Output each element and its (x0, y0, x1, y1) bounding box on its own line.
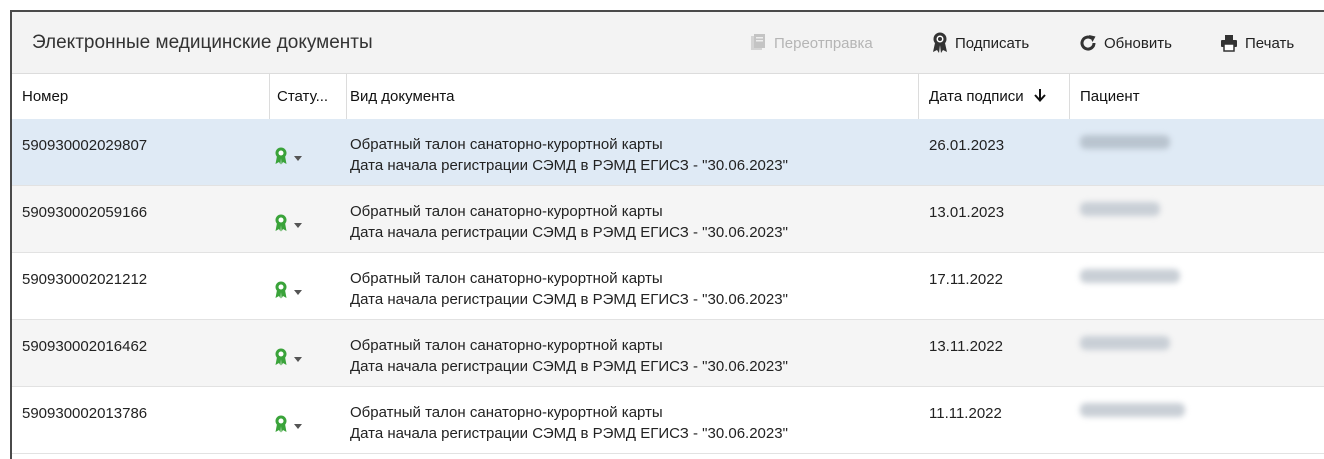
doc-type-title: Обратный талон санаторно-курортной карты (350, 270, 663, 287)
patient-name-redacted (1080, 336, 1170, 350)
column-header-sign-date[interactable]: Дата подписи (929, 74, 1046, 119)
table-row[interactable]: 590930002016462 Обратный талон санаторно-… (12, 320, 1324, 387)
patient-name-redacted (1080, 269, 1180, 283)
table-row[interactable]: 590930002059166 Обратный талон санаторно-… (12, 186, 1324, 253)
printer-icon (1220, 34, 1238, 52)
chevron-down-icon (294, 155, 302, 161)
sign-date: 13.01.2023 (929, 204, 1005, 221)
signed-badge-icon (274, 214, 288, 236)
sign-date: 17.11.2022 (929, 271, 1003, 288)
sign-date: 26.01.2023 (929, 137, 1005, 154)
sign-date: 13.11.2022 (929, 338, 1003, 355)
refresh-icon (1079, 34, 1097, 52)
toolbar: Электронные медицинские документы Переот… (12, 12, 1324, 74)
signed-badge-icon (274, 281, 288, 303)
patient-name-redacted (1080, 135, 1170, 149)
resend-button[interactable]: Переотправка (749, 31, 873, 55)
sign-label: Подписать (955, 34, 1030, 52)
doc-type-subtitle: Дата начала регистрации СЭМД в РЭМД ЕГИС… (350, 291, 788, 308)
column-header-number[interactable]: Номер (22, 74, 68, 119)
chevron-down-icon (294, 222, 302, 228)
document-number: 590930002016462 (22, 338, 148, 355)
chevron-down-icon (294, 356, 302, 362)
doc-type-subtitle: Дата начала регистрации СЭМД в РЭМД ЕГИС… (350, 157, 788, 174)
column-header-status[interactable]: Стату... (277, 74, 328, 119)
column-header-doc-type[interactable]: Вид документа (350, 74, 454, 119)
refresh-label: Обновить (1104, 34, 1172, 52)
document-number: 590930002013786 (22, 405, 148, 422)
signature-ribbon-icon (932, 32, 948, 54)
document-number: 590930002021212 (22, 271, 148, 288)
doc-type-title: Обратный талон санаторно-курортной карты (350, 203, 663, 220)
sort-descending-icon (1034, 75, 1046, 120)
doc-type-subtitle: Дата начала регистрации СЭМД в РЭМД ЕГИС… (350, 224, 788, 241)
resend-label: Переотправка (774, 34, 873, 52)
signed-badge-icon (274, 348, 288, 370)
resend-icon (749, 33, 767, 53)
table-row[interactable]: 590930002029807 Обратный талон санаторно-… (12, 119, 1324, 186)
table-row[interactable]: 590930002013786 Обратный талон санаторно-… (12, 387, 1324, 454)
sign-button[interactable]: Подписать (932, 31, 1029, 55)
status-dropdown[interactable] (274, 281, 302, 303)
print-button[interactable]: Печать (1220, 31, 1294, 55)
sign-date-label: Дата подписи (929, 88, 1024, 105)
table-row[interactable]: 590930002021212 Обратный талон санаторно-… (12, 253, 1324, 320)
status-dropdown[interactable] (274, 415, 302, 437)
status-dropdown[interactable] (274, 348, 302, 370)
signed-badge-icon (274, 415, 288, 437)
signed-badge-icon (274, 147, 288, 169)
doc-type-title: Обратный талон санаторно-курортной карты (350, 136, 663, 153)
refresh-button[interactable]: Обновить (1079, 31, 1172, 55)
patient-name-redacted (1080, 202, 1160, 216)
sign-date: 11.11.2022 (929, 405, 1002, 422)
doc-type-subtitle: Дата начала регистрации СЭМД в РЭМД ЕГИС… (350, 358, 788, 375)
doc-type-title: Обратный талон санаторно-курортной карты (350, 337, 663, 354)
panel-title: Электронные медицинские документы (32, 32, 373, 53)
emd-panel: Электронные медицинские документы Переот… (12, 12, 1324, 459)
patient-name-redacted (1080, 403, 1185, 417)
chevron-down-icon (294, 423, 302, 429)
column-header-patient[interactable]: Пациент (1080, 74, 1140, 119)
status-dropdown[interactable] (274, 147, 302, 169)
print-label: Печать (1245, 34, 1295, 52)
doc-type-subtitle: Дата начала регистрации СЭМД в РЭМД ЕГИС… (350, 425, 788, 442)
document-number: 590930002059166 (22, 204, 148, 221)
chevron-down-icon (294, 289, 302, 295)
document-number: 590930002029807 (22, 137, 148, 154)
status-dropdown[interactable] (274, 214, 302, 236)
doc-type-title: Обратный талон санаторно-курортной карты (350, 404, 663, 421)
